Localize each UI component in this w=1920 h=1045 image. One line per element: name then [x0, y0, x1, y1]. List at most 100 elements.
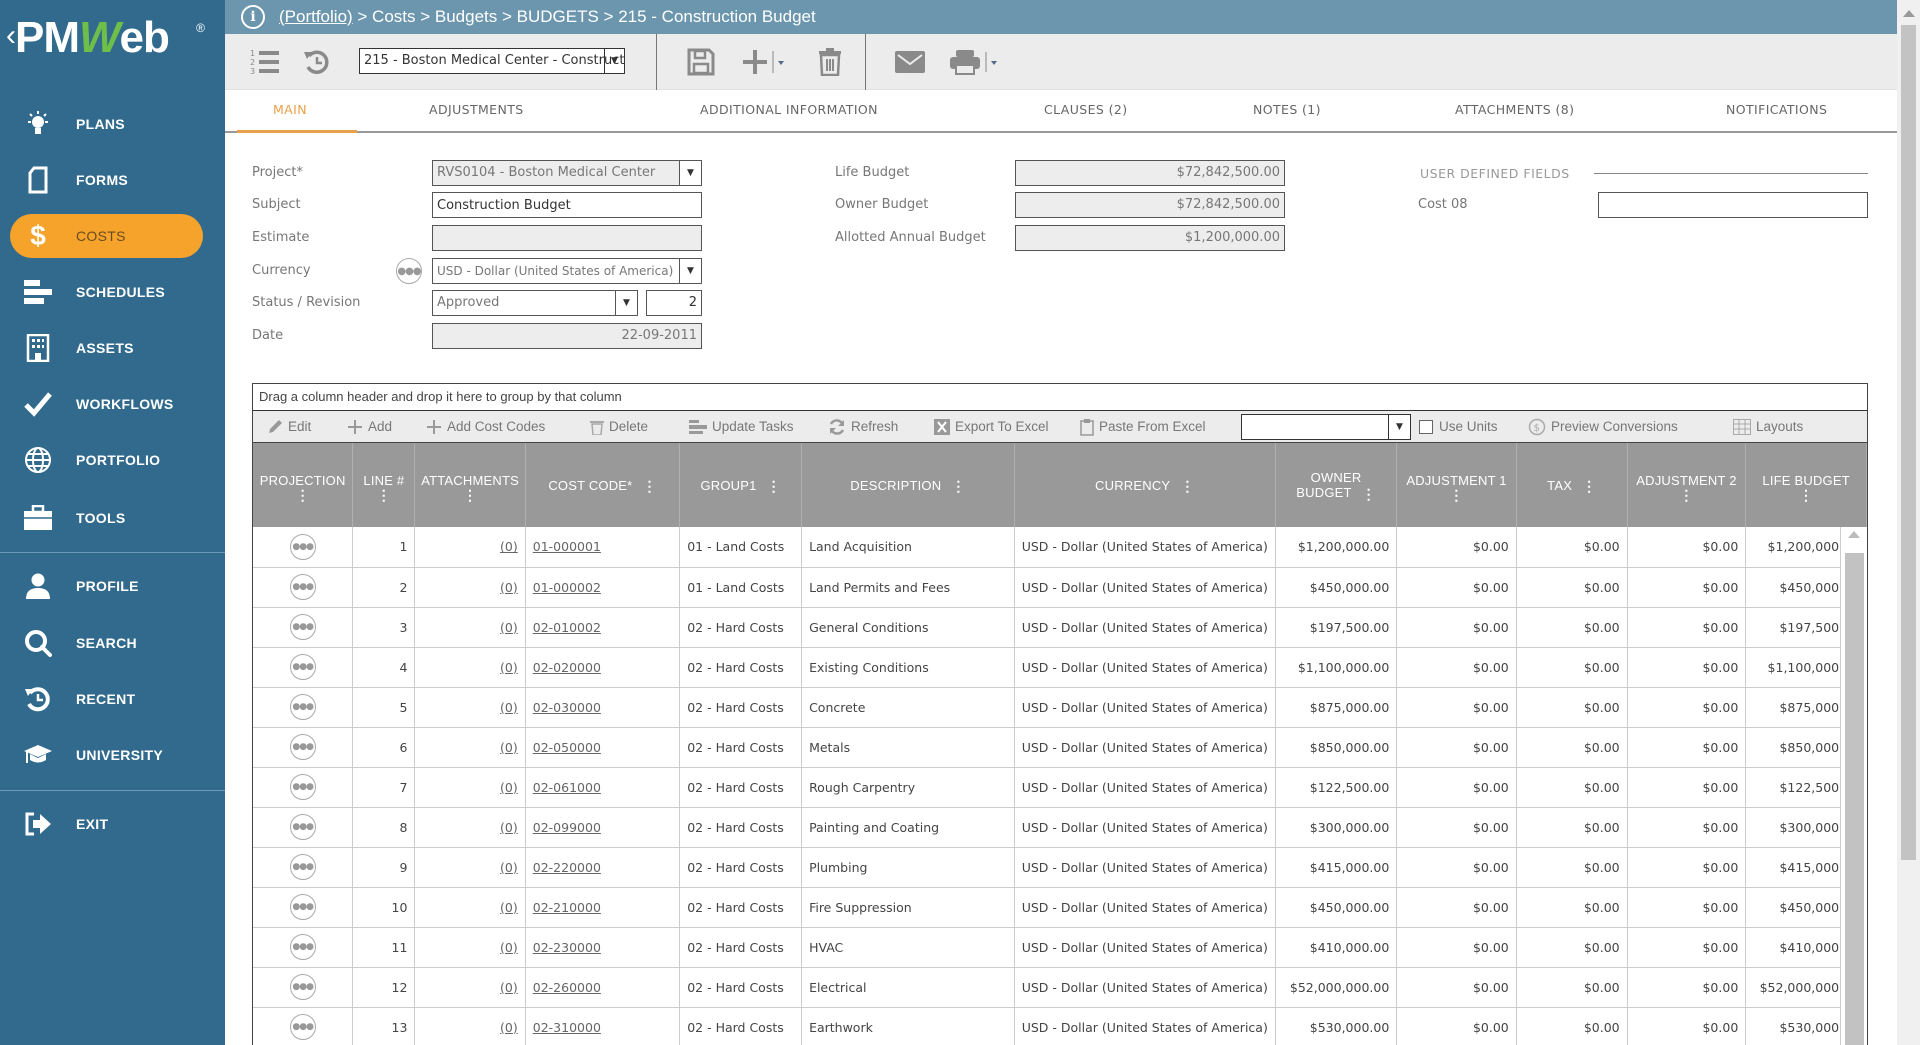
cost-code-link[interactable]: 02-010002	[533, 620, 601, 635]
currency-cell[interactable]: USD - Dollar (United States of America)	[1014, 767, 1276, 808]
owner-budget-cell[interactable]: $875,000.00	[1275, 687, 1398, 728]
group-cell[interactable]: 01 - Land Costs	[679, 567, 803, 608]
group-cell[interactable]: 02 - Hard Costs	[679, 607, 803, 648]
column-menu-icon[interactable]: ⋮	[767, 479, 781, 493]
column-menu-icon[interactable]: ⋮	[1399, 488, 1513, 502]
cost-code-link[interactable]: 02-230000	[533, 940, 601, 955]
chevron-down-icon[interactable]: ▼	[679, 259, 701, 283]
scroll-up-arrow-icon[interactable]	[1903, 10, 1915, 17]
description-cell[interactable]: Rough Carpentry	[801, 767, 1015, 808]
adjustment-2-cell[interactable]: $0.00	[1627, 967, 1747, 1008]
currency-cell[interactable]: USD - Dollar (United States of America)	[1014, 527, 1276, 568]
adjustment-1-cell[interactable]: $0.00	[1396, 767, 1517, 808]
adjustment-1-cell[interactable]: $0.00	[1396, 607, 1517, 648]
revision-field[interactable]: 2	[646, 290, 702, 316]
paste-from-excel-button[interactable]: Paste From Excel	[1080, 411, 1206, 442]
projection-cell[interactable]: ●●●	[253, 687, 354, 728]
owner-budget-cell[interactable]: $850,000.00	[1275, 727, 1398, 768]
cost-code-cell[interactable]: 02-010002	[525, 607, 681, 648]
group-cell[interactable]: 02 - Hard Costs	[679, 887, 803, 928]
cost-code-link[interactable]: 01-000002	[533, 580, 601, 595]
currency-more-button[interactable]: ●●●	[396, 258, 422, 284]
owner-budget-cell[interactable]: $52,000,000.00	[1275, 967, 1398, 1008]
column-header-projection[interactable]: PROJECTION ⋮	[253, 443, 354, 527]
tax-cell[interactable]: $0.00	[1516, 727, 1628, 768]
refresh-button[interactable]: Refresh	[828, 411, 898, 442]
cost-code-cell[interactable]: 02-260000	[525, 967, 681, 1008]
cost-code-cell[interactable]: 02-220000	[525, 847, 681, 888]
tab-notifications[interactable]: NOTIFICATIONS	[1726, 102, 1827, 117]
description-cell[interactable]: Electrical	[801, 967, 1015, 1008]
row-actions-button[interactable]: ●●●	[289, 774, 316, 800]
line-number-cell[interactable]: 6	[352, 727, 416, 768]
edit-button[interactable]: Edit	[267, 411, 311, 442]
back-chevron-icon[interactable]: ‹	[6, 19, 16, 52]
attachments-link[interactable]: (0)	[500, 740, 518, 755]
tab-main[interactable]: MAIN	[273, 102, 307, 117]
owner-budget-cell[interactable]: $300,000.00	[1275, 807, 1398, 848]
subject-input[interactable]	[432, 192, 702, 218]
table-row[interactable]: ●●● 12 (0) 02-260000 02 - Hard Costs Electric…	[253, 967, 1867, 1008]
attachments-link[interactable]: (0)	[500, 660, 518, 675]
table-row[interactable]: ●●● 6 (0) 02-050000 02 - Hard Costs Metals USD…	[253, 727, 1867, 768]
attachments-link[interactable]: (0)	[500, 980, 518, 995]
cost-code-cell[interactable]: 02-230000	[525, 927, 681, 968]
tax-cell[interactable]: $0.00	[1516, 527, 1628, 568]
column-menu-icon[interactable]: ⋮	[1362, 487, 1376, 501]
row-actions-button[interactable]: ●●●	[289, 814, 316, 840]
attachments-cell[interactable]: (0)	[414, 1007, 526, 1045]
cost-code-cell[interactable]: 01-000002	[525, 567, 681, 608]
page-scrollbar-thumb[interactable]	[1901, 25, 1916, 860]
projection-cell[interactable]: ●●●	[253, 567, 354, 608]
adjustment-2-cell[interactable]: $0.00	[1627, 927, 1747, 968]
owner-budget-cell[interactable]: $1,100,000.00	[1275, 647, 1398, 688]
group-cell[interactable]: 02 - Hard Costs	[679, 727, 803, 768]
sidebar-item-forms[interactable]: FORMS	[10, 158, 203, 202]
line-number-cell[interactable]: 4	[352, 647, 416, 688]
sidebar-item-workflows[interactable]: WORKFLOWS	[10, 382, 203, 426]
projection-cell[interactable]: ●●●	[253, 967, 354, 1008]
tab-adjustments[interactable]: ADJUSTMENTS	[429, 102, 524, 117]
group-cell[interactable]: 02 - Hard Costs	[679, 807, 803, 848]
projection-cell[interactable]: ●●●	[253, 527, 354, 568]
sidebar-item-exit[interactable]: EXIT	[10, 802, 203, 846]
cost-code-link[interactable]: 02-220000	[533, 860, 601, 875]
adjustment-1-cell[interactable]: $0.00	[1396, 847, 1517, 888]
projection-cell[interactable]: ●●●	[253, 847, 354, 888]
owner-budget-cell[interactable]: $450,000.00	[1275, 887, 1398, 928]
attachments-link[interactable]: (0)	[500, 940, 518, 955]
adjustment-1-cell[interactable]: $0.00	[1396, 527, 1517, 568]
tab-attachments[interactable]: ATTACHMENTS (8)	[1455, 102, 1574, 117]
group-cell[interactable]: 02 - Hard Costs	[679, 927, 803, 968]
email-icon[interactable]	[893, 46, 927, 78]
description-cell[interactable]: HVAC	[801, 927, 1015, 968]
add-icon[interactable]	[740, 46, 790, 78]
cost-code-link[interactable]: 02-210000	[533, 900, 601, 915]
cost-code-link[interactable]: 02-260000	[533, 980, 601, 995]
history-icon[interactable]	[301, 46, 333, 78]
description-cell[interactable]: Land Acquisition	[801, 527, 1015, 568]
scroll-up-arrow-icon[interactable]	[1848, 531, 1860, 538]
adjustment-1-cell[interactable]: $0.00	[1396, 1007, 1517, 1045]
delete-button[interactable]: Delete	[590, 411, 648, 442]
sidebar-item-schedules[interactable]: SCHEDULES	[10, 270, 203, 314]
attachments-cell[interactable]: (0)	[414, 967, 526, 1008]
column-header-currency[interactable]: CURRENCY ⋮	[1014, 443, 1276, 527]
attachments-link[interactable]: (0)	[500, 539, 518, 554]
tab-additional-information[interactable]: ADDITIONAL INFORMATION	[700, 102, 878, 117]
owner-budget-cell[interactable]: $530,000.00	[1275, 1007, 1398, 1045]
column-header-attachments[interactable]: ATTACHMENTS ⋮	[414, 443, 526, 527]
cost08-input[interactable]	[1598, 192, 1868, 218]
record-select[interactable]: 215 - Boston Medical Center - Constructi…	[359, 48, 625, 74]
attachments-cell[interactable]: (0)	[414, 727, 526, 768]
description-cell[interactable]: Land Permits and Fees	[801, 567, 1015, 608]
tax-cell[interactable]: $0.00	[1516, 807, 1628, 848]
adjustment-2-cell[interactable]: $0.00	[1627, 647, 1747, 688]
description-cell[interactable]: Metals	[801, 727, 1015, 768]
group-cell[interactable]: 02 - Hard Costs	[679, 967, 803, 1008]
column-header-group1[interactable]: GROUP1 ⋮	[679, 443, 803, 527]
line-number-cell[interactable]: 11	[352, 927, 416, 968]
use-units-checkbox[interactable]: Use Units	[1419, 411, 1498, 442]
line-number-cell[interactable]: 2	[352, 567, 416, 608]
cost-code-link[interactable]: 02-030000	[533, 700, 601, 715]
